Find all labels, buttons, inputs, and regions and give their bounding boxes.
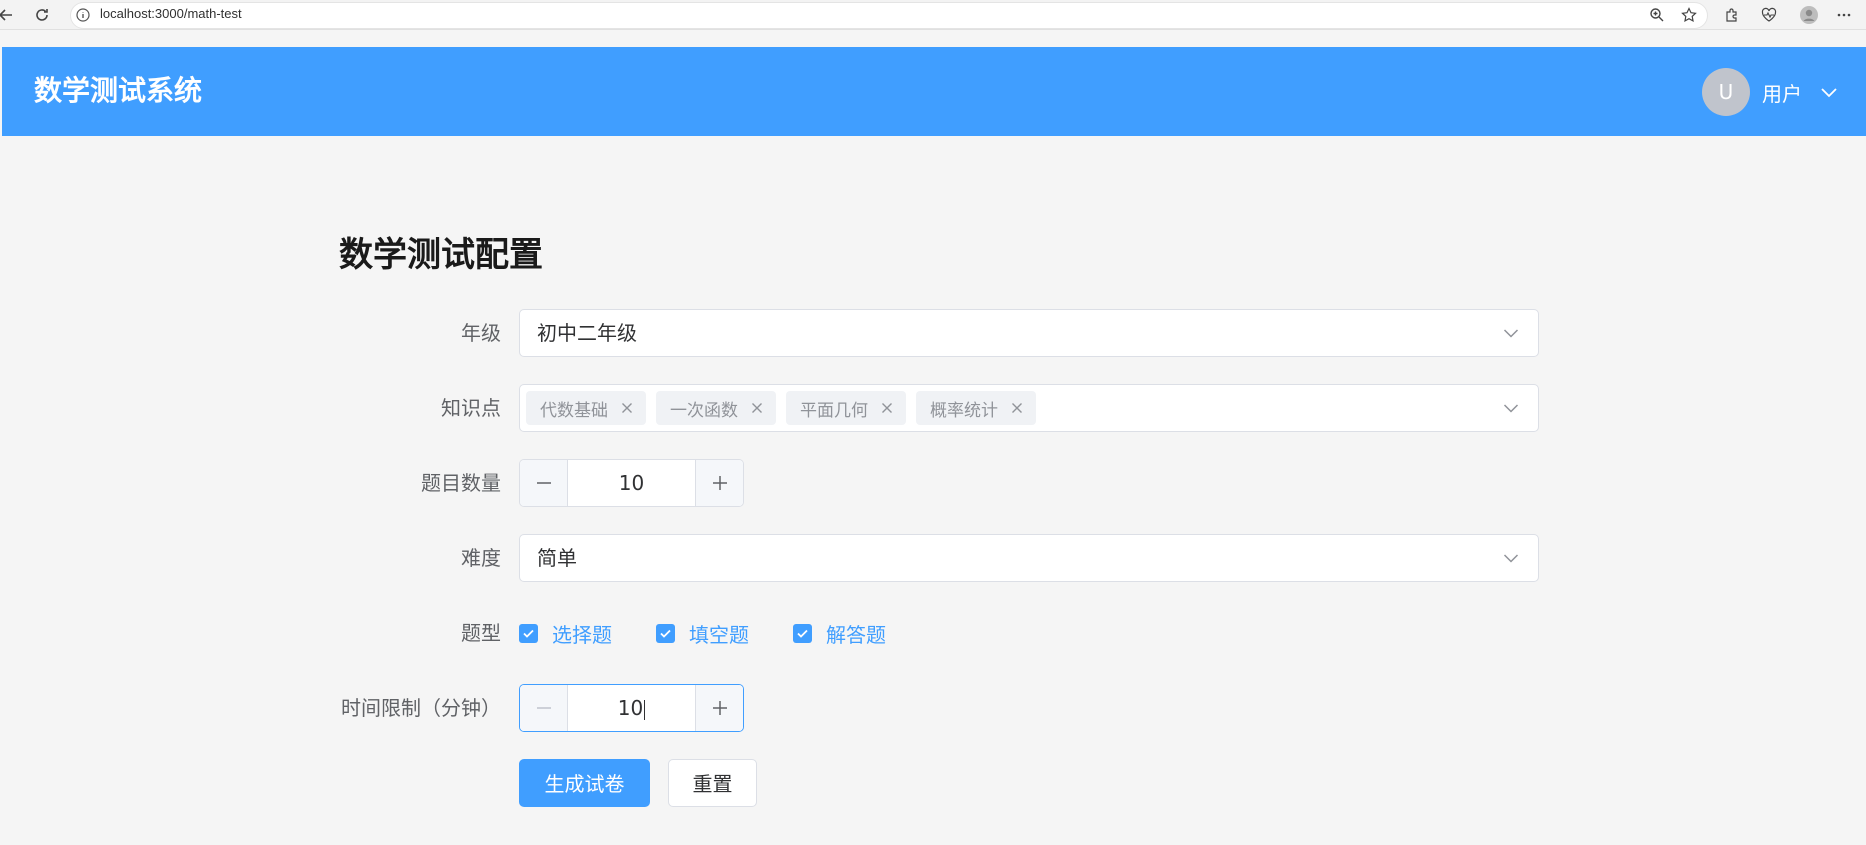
checkbox-label[interactable]: 选择题 (552, 619, 612, 648)
time-limit-input[interactable]: 10 (568, 685, 695, 731)
grade-select[interactable]: 初中二年级 (519, 309, 1539, 357)
avatar[interactable]: U (1702, 68, 1750, 116)
checkbox-answer[interactable]: 解答题 (793, 619, 886, 648)
question-count-input[interactable]: 10 (568, 460, 695, 506)
tag-label: 代数基础 (540, 400, 608, 421)
question-types-label: 题型 (461, 621, 501, 645)
form-row-difficulty: 难度 简单 (339, 534, 1539, 582)
address-url: localhost:3000/math-test (100, 6, 242, 21)
chevron-down-icon[interactable] (1502, 549, 1520, 567)
zoom-icon[interactable] (1645, 3, 1669, 27)
checkbox-label[interactable]: 解答题 (826, 619, 886, 648)
knowledge-label: 知识点 (441, 396, 501, 420)
back-icon[interactable] (0, 3, 18, 27)
tag-label: 平面几何 (800, 400, 868, 421)
question-count-stepper[interactable]: 10 (519, 459, 744, 507)
increment-button[interactable] (695, 460, 743, 506)
reload-icon[interactable] (30, 3, 54, 27)
page-title: 数学测试配置 (339, 235, 543, 275)
form-row-question-count: 题目数量 10 (339, 459, 1539, 507)
close-icon[interactable] (620, 401, 634, 415)
chevron-down-icon[interactable] (1820, 83, 1838, 101)
site-info-icon[interactable] (76, 7, 90, 22)
checkbox-fill-blank[interactable]: 填空题 (656, 619, 749, 648)
grade-select-value: 初中二年级 (537, 321, 637, 345)
checkbox-label[interactable]: 填空题 (689, 619, 749, 648)
chevron-down-icon[interactable] (1502, 399, 1520, 417)
form-row-grade: 年级 初中二年级 (339, 309, 1539, 357)
time-limit-value: 10 (617, 696, 644, 720)
action-buttons: 生成试卷 重置 (519, 759, 757, 807)
checkbox-checked-icon[interactable] (519, 623, 538, 643)
knowledge-tag: 代数基础 (526, 391, 646, 425)
app-header: 数学测试系统 U 用户 (2, 47, 1866, 136)
difficulty-select-value: 简单 (537, 546, 577, 570)
increment-button[interactable] (695, 685, 743, 731)
tag-label: 概率统计 (930, 400, 998, 421)
time-limit-stepper[interactable]: 10 (519, 684, 744, 732)
tag-label: 一次函数 (670, 400, 738, 421)
knowledge-tag: 一次函数 (656, 391, 776, 425)
close-icon[interactable] (880, 401, 894, 415)
generate-paper-button[interactable]: 生成试卷 (519, 759, 650, 807)
app-title: 数学测试系统 (34, 74, 203, 107)
address-bar[interactable] (70, 2, 1708, 29)
knowledge-tag: 平面几何 (786, 391, 906, 425)
chevron-down-icon[interactable] (1502, 324, 1520, 342)
user-menu[interactable]: U 用户 (1702, 68, 1838, 116)
difficulty-select[interactable]: 简单 (519, 534, 1539, 582)
question-types-group: 选择题 填空题 解答题 (519, 609, 930, 657)
knowledge-tag: 概率统计 (916, 391, 1036, 425)
decrement-button[interactable] (520, 685, 568, 731)
knowledge-tags: 代数基础 一次函数 平面几何 概率统计 (526, 391, 1036, 425)
difficulty-label: 难度 (461, 546, 501, 570)
knowledge-select[interactable]: 代数基础 一次函数 平面几何 概率统计 (519, 384, 1539, 432)
decrement-button[interactable] (520, 460, 568, 506)
user-name[interactable]: 用户 (1762, 78, 1802, 107)
checkbox-checked-icon[interactable] (656, 623, 675, 643)
browser-toolbar: localhost:3000/math-test (0, 0, 1866, 30)
health-icon[interactable] (1757, 3, 1781, 27)
star-icon[interactable] (1677, 3, 1701, 27)
close-icon[interactable] (750, 401, 764, 415)
grade-label: 年级 (461, 321, 501, 345)
close-icon[interactable] (1010, 401, 1024, 415)
form-row-question-types: 题型 选择题 填空题 解答题 (339, 609, 1539, 657)
form-row-knowledge: 知识点 代数基础 一次函数 平面几何 概率统计 (339, 384, 1539, 432)
extensions-icon[interactable] (1720, 3, 1744, 27)
checkbox-checked-icon[interactable] (793, 623, 812, 643)
question-count-label: 题目数量 (421, 471, 501, 495)
reset-button[interactable]: 重置 (668, 759, 757, 807)
profile-icon[interactable] (1797, 3, 1821, 27)
form-row-actions: 生成试卷 重置 (339, 759, 1539, 807)
checkbox-choice[interactable]: 选择题 (519, 619, 612, 648)
form-row-time-limit: 时间限制（分钟） 10 (339, 684, 1539, 732)
time-limit-label: 时间限制（分钟） (341, 696, 501, 720)
text-caret (644, 699, 646, 720)
more-icon[interactable] (1832, 3, 1856, 27)
